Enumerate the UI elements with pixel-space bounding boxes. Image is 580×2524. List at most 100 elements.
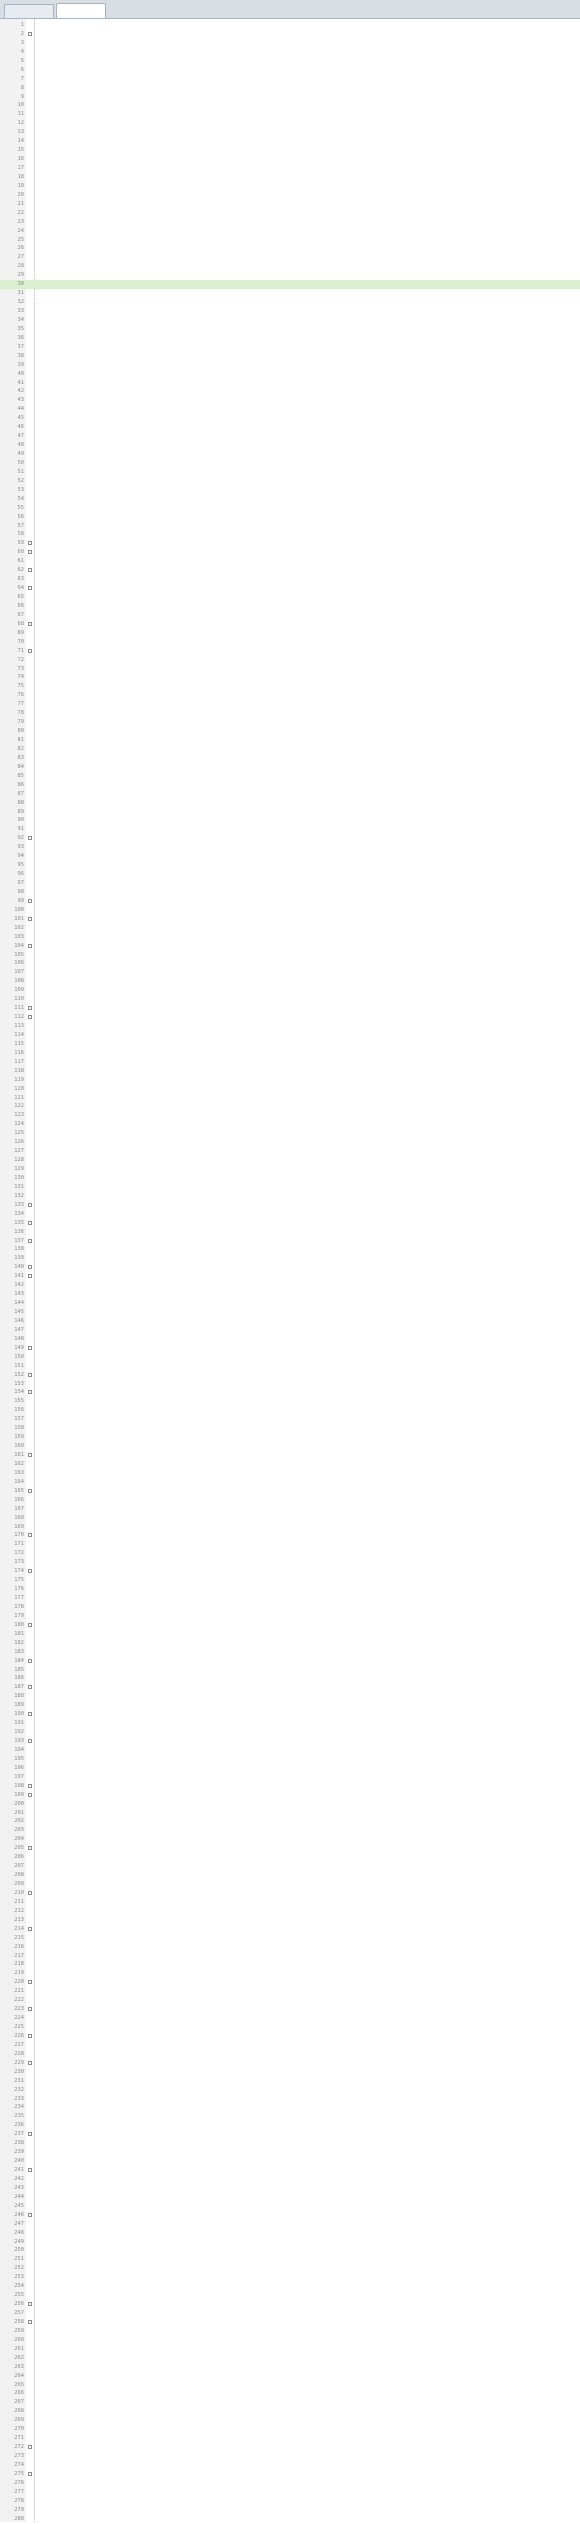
- fold-toggle-icon[interactable]: [28, 2007, 32, 2011]
- code-line[interactable]: 79: [0, 718, 580, 727]
- code-line[interactable]: 96: [0, 870, 580, 879]
- code-line[interactable]: 132: [0, 1192, 580, 1201]
- code-line[interactable]: 169: [0, 1523, 580, 1532]
- code-line[interactable]: 84: [0, 763, 580, 772]
- fold-toggle-icon[interactable]: [28, 1891, 32, 1895]
- code-line[interactable]: 171: [0, 1540, 580, 1549]
- code-line[interactable]: 220: [0, 1978, 580, 1987]
- code-line[interactable]: 14: [0, 137, 580, 146]
- code-line[interactable]: 26: [0, 244, 580, 253]
- code-line[interactable]: 62: [0, 566, 580, 575]
- code-line[interactable]: 133: [0, 1201, 580, 1210]
- code-line[interactable]: 83: [0, 754, 580, 763]
- code-line[interactable]: 162: [0, 1460, 580, 1469]
- code-line[interactable]: 37: [0, 343, 580, 352]
- code-line[interactable]: 229: [0, 2059, 580, 2068]
- code-line[interactable]: 199: [0, 1791, 580, 1800]
- code-line[interactable]: 112: [0, 1013, 580, 1022]
- code-line[interactable]: 232: [0, 2086, 580, 2095]
- code-line[interactable]: 266: [0, 2389, 580, 2398]
- code-line[interactable]: 86: [0, 781, 580, 790]
- code-line[interactable]: 200: [0, 1800, 580, 1809]
- code-line[interactable]: 127: [0, 1147, 580, 1156]
- code-line[interactable]: 245: [0, 2202, 580, 2211]
- fold-toggle-icon[interactable]: [28, 1927, 32, 1931]
- fold-toggle-icon[interactable]: [28, 1203, 32, 1207]
- code-line[interactable]: 276: [0, 2479, 580, 2488]
- code-line[interactable]: 172: [0, 1549, 580, 1558]
- code-line[interactable]: 154: [0, 1388, 580, 1397]
- code-line[interactable]: 270: [0, 2425, 580, 2434]
- fold-toggle-icon[interactable]: [28, 2034, 32, 2038]
- code-line[interactable]: 213: [0, 1916, 580, 1925]
- fold-toggle-icon[interactable]: [28, 1623, 32, 1627]
- code-line[interactable]: 9: [0, 93, 580, 102]
- code-line[interactable]: 258: [0, 2318, 580, 2327]
- code-line[interactable]: 227: [0, 2041, 580, 2050]
- code-line[interactable]: 58: [0, 530, 580, 539]
- code-line[interactable]: 145: [0, 1308, 580, 1317]
- code-line[interactable]: 74: [0, 673, 580, 682]
- code-line[interactable]: 261: [0, 2345, 580, 2354]
- fold-toggle-icon[interactable]: [28, 586, 32, 590]
- code-line[interactable]: 241: [0, 2166, 580, 2175]
- code-line[interactable]: 77: [0, 700, 580, 709]
- code-line[interactable]: 48: [0, 441, 580, 450]
- fold-toggle-icon[interactable]: [28, 649, 32, 653]
- code-line[interactable]: 3: [0, 39, 580, 48]
- code-line[interactable]: 147: [0, 1326, 580, 1335]
- code-line[interactable]: 163: [0, 1469, 580, 1478]
- code-line[interactable]: 184: [0, 1657, 580, 1666]
- code-line[interactable]: 234: [0, 2103, 580, 2112]
- code-line[interactable]: 29: [0, 271, 580, 280]
- code-line[interactable]: 4: [0, 48, 580, 57]
- code-line[interactable]: 61: [0, 557, 580, 566]
- code-line[interactable]: 280: [0, 2515, 580, 2524]
- code-line[interactable]: 274: [0, 2461, 580, 2470]
- code-line[interactable]: 185: [0, 1666, 580, 1675]
- code-line[interactable]: 47: [0, 432, 580, 441]
- code-line[interactable]: 222: [0, 1996, 580, 2005]
- code-line[interactable]: 24: [0, 227, 580, 236]
- code-line[interactable]: 75: [0, 682, 580, 691]
- code-line[interactable]: 269: [0, 2416, 580, 2425]
- code-line[interactable]: 149: [0, 1344, 580, 1353]
- code-line[interactable]: 2: [0, 30, 580, 39]
- code-line[interactable]: 246: [0, 2211, 580, 2220]
- code-line[interactable]: 63: [0, 575, 580, 584]
- code-line[interactable]: 130: [0, 1174, 580, 1183]
- code-line[interactable]: 256: [0, 2300, 580, 2309]
- code-line[interactable]: 272: [0, 2443, 580, 2452]
- fold-toggle-icon[interactable]: [28, 2132, 32, 2136]
- code-line[interactable]: 101: [0, 915, 580, 924]
- code-line[interactable]: 122: [0, 1102, 580, 1111]
- code-line[interactable]: 93: [0, 843, 580, 852]
- code-line[interactable]: 249: [0, 2238, 580, 2247]
- code-line[interactable]: 72: [0, 656, 580, 665]
- code-line[interactable]: 155: [0, 1397, 580, 1406]
- code-line[interactable]: 45: [0, 414, 580, 423]
- code-line[interactable]: 6: [0, 66, 580, 75]
- code-line[interactable]: 137: [0, 1237, 580, 1246]
- code-line[interactable]: 138: [0, 1245, 580, 1254]
- fold-toggle-icon[interactable]: [28, 1685, 32, 1689]
- code-line[interactable]: 228: [0, 2050, 580, 2059]
- code-line[interactable]: 118: [0, 1067, 580, 1076]
- code-line[interactable]: 150: [0, 1353, 580, 1362]
- fold-toggle-icon[interactable]: [28, 1274, 32, 1278]
- code-line[interactable]: 11: [0, 110, 580, 119]
- fold-toggle-icon[interactable]: [28, 622, 32, 626]
- code-line[interactable]: 203: [0, 1826, 580, 1835]
- code-line[interactable]: 260: [0, 2336, 580, 2345]
- code-line[interactable]: 100: [0, 906, 580, 915]
- code-line[interactable]: 97: [0, 879, 580, 888]
- code-line[interactable]: 80: [0, 727, 580, 736]
- fold-toggle-icon[interactable]: [28, 917, 32, 921]
- code-line[interactable]: 175: [0, 1576, 580, 1585]
- code-line[interactable]: 134: [0, 1210, 580, 1219]
- code-line[interactable]: 76: [0, 691, 580, 700]
- code-line[interactable]: 25: [0, 236, 580, 245]
- code-line[interactable]: 244: [0, 2193, 580, 2202]
- fold-toggle-icon[interactable]: [28, 32, 32, 36]
- code-line[interactable]: 81: [0, 736, 580, 745]
